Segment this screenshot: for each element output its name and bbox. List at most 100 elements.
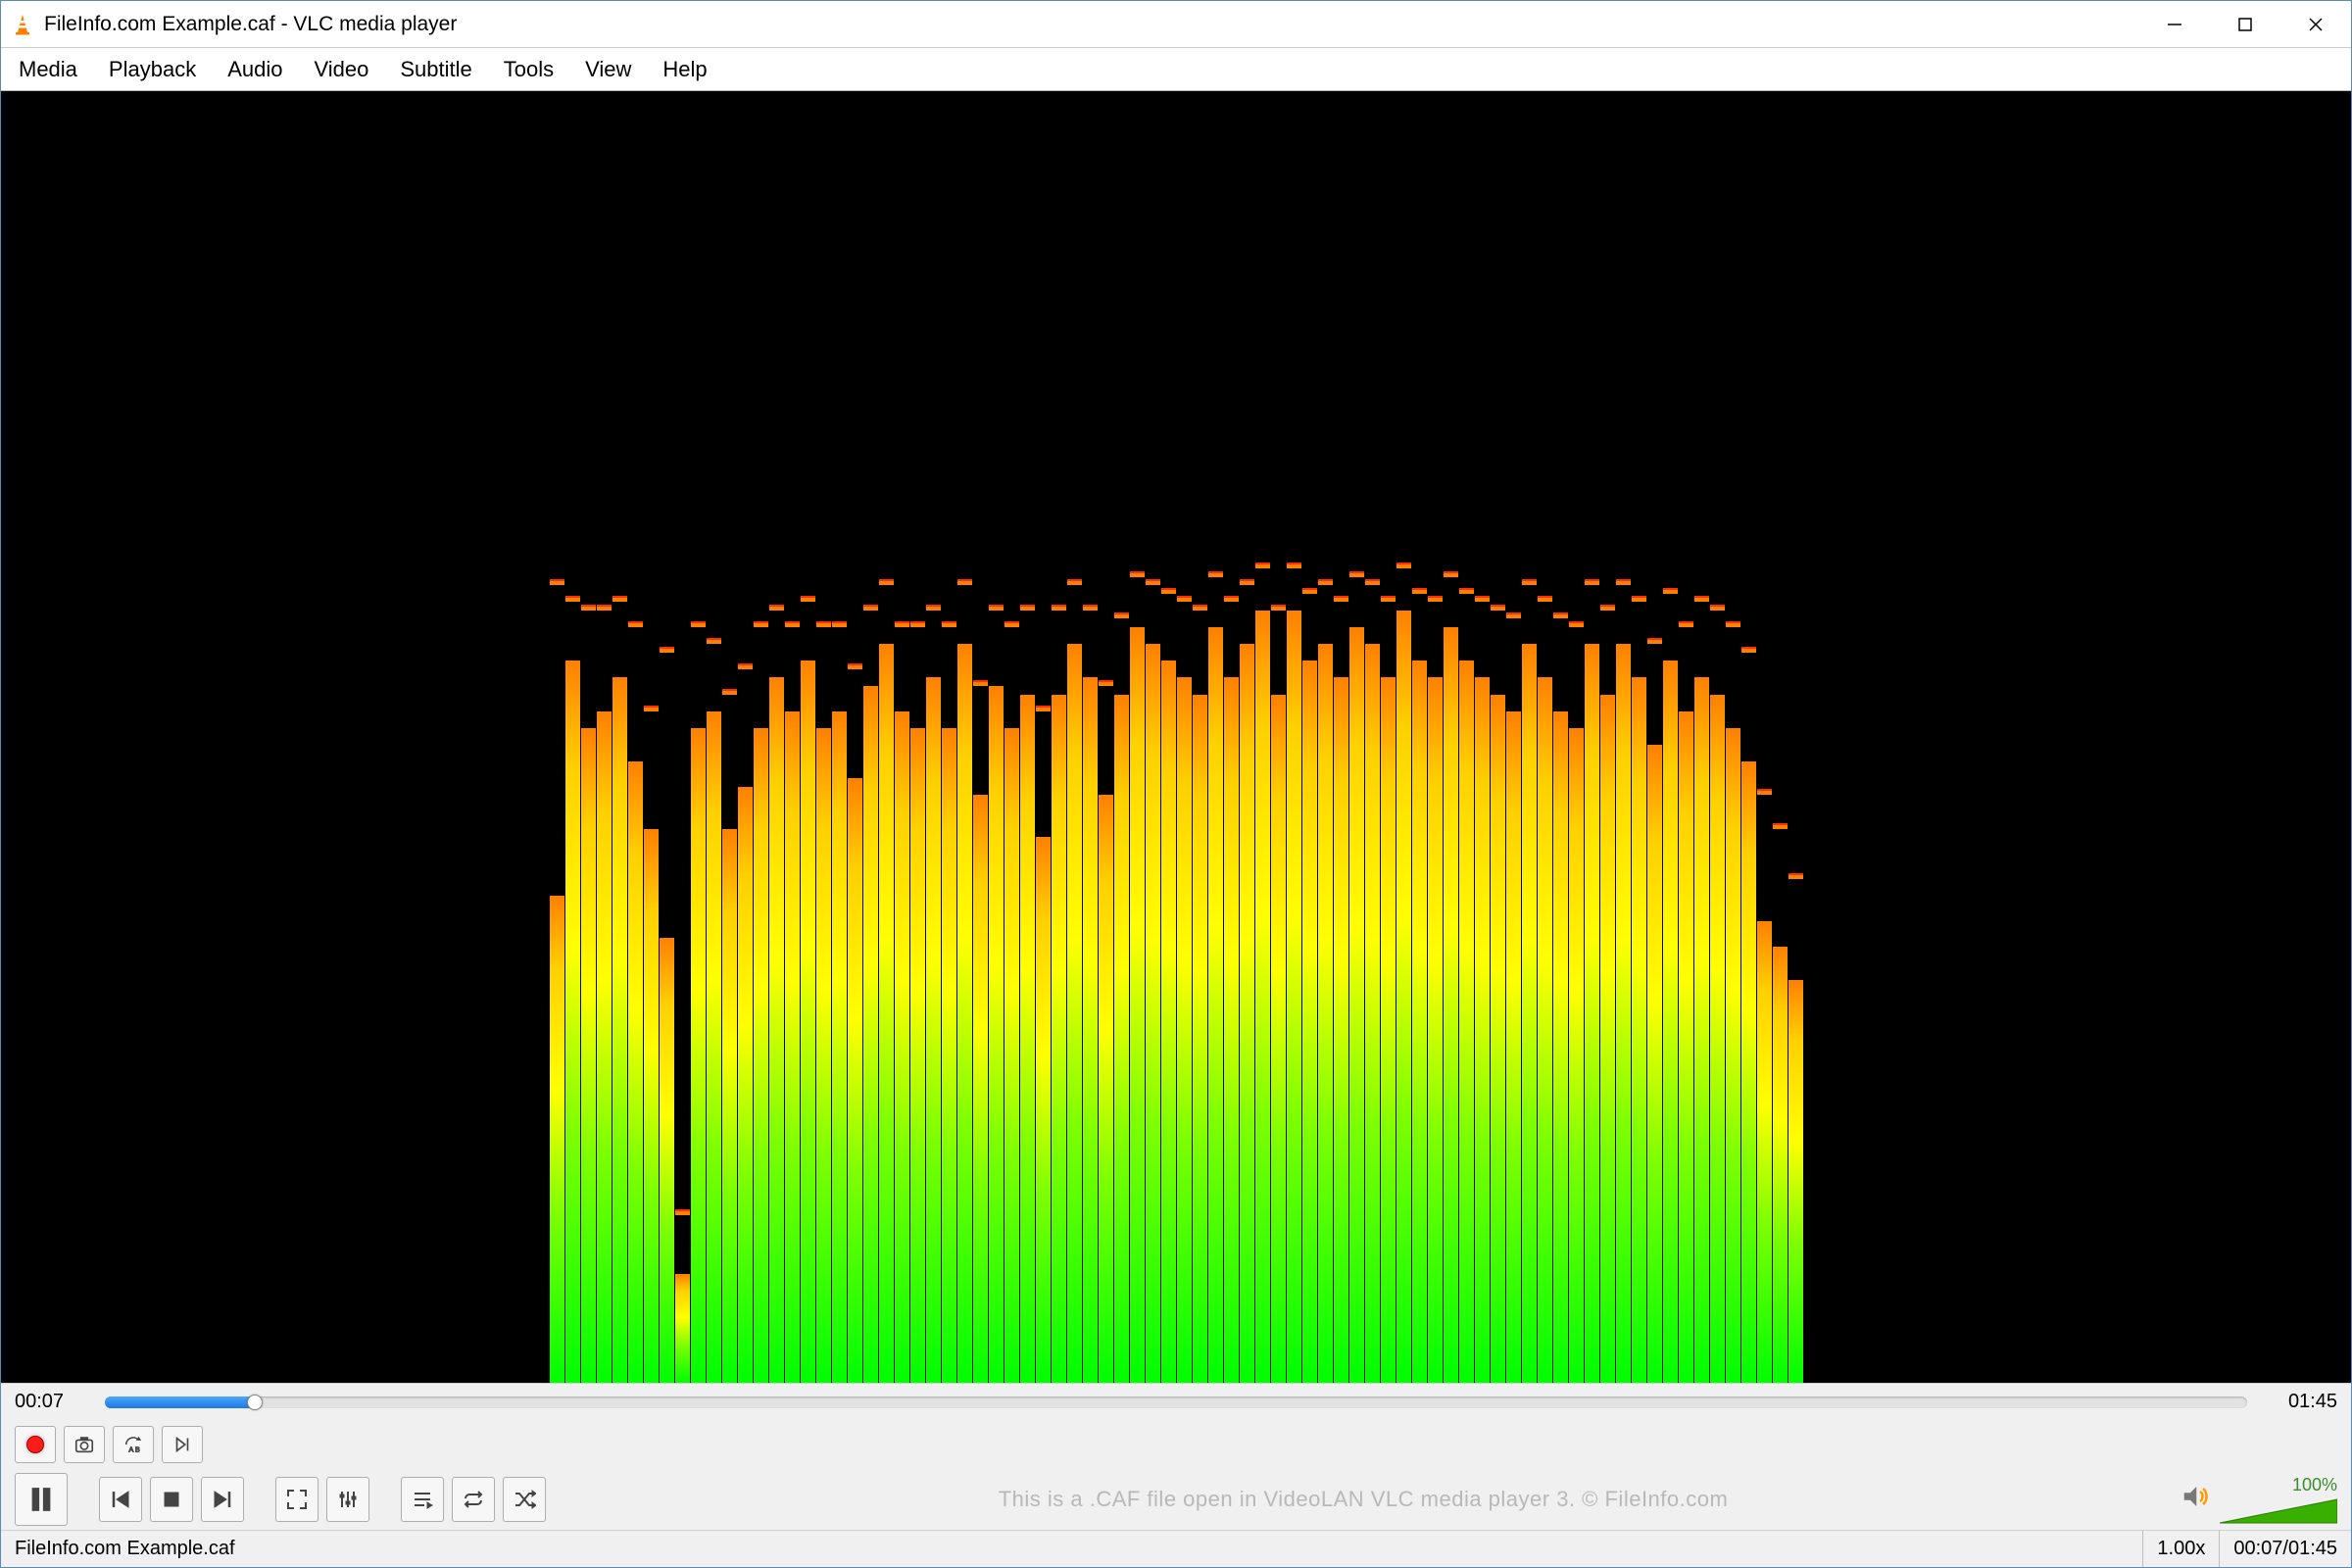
stop-icon [160, 1488, 183, 1511]
spectrum-bar [612, 91, 627, 1383]
skip-previous-icon [109, 1488, 132, 1511]
frame-step-button[interactable] [162, 1426, 203, 1463]
spectrum-bar [1302, 91, 1317, 1383]
playlist-icon [411, 1488, 434, 1511]
play-pause-button[interactable] [15, 1473, 68, 1526]
seek-knob[interactable] [247, 1395, 263, 1410]
spectrum-bar [1726, 91, 1740, 1383]
spectrum-bar [879, 91, 894, 1383]
window-title: FileInfo.com Example.caf - VLC media pla… [44, 13, 2139, 36]
menu-video[interactable]: Video [314, 57, 368, 82]
shuffle-button[interactable] [503, 1477, 546, 1522]
record-dot-icon [26, 1436, 44, 1453]
spectrum-bar [1334, 91, 1348, 1383]
menu-subtitle[interactable]: Subtitle [400, 57, 471, 82]
loop-icon [462, 1488, 485, 1511]
spectrum-bar [1428, 91, 1443, 1383]
video-viewport[interactable] [1, 91, 2351, 1383]
spectrum-bar [957, 91, 972, 1383]
maximize-button[interactable] [2210, 1, 2280, 47]
next-button[interactable] [201, 1477, 244, 1522]
fullscreen-button[interactable] [275, 1477, 318, 1522]
spectrum-bar [1710, 91, 1725, 1383]
secondary-controls: A B [1, 1420, 2351, 1469]
spectrum-bar [1224, 91, 1239, 1383]
watermark-text: This is a .CAF file open in VideoLAN VLC… [556, 1487, 2171, 1512]
spectrum-bar [1052, 91, 1066, 1383]
spectrum-bar [754, 91, 768, 1383]
menu-view[interactable]: View [585, 57, 631, 82]
snapshot-button[interactable] [64, 1426, 105, 1463]
spectrum-bar [1600, 91, 1615, 1383]
status-speed[interactable]: 1.00x [2142, 1531, 2219, 1567]
spectrum-bar [769, 91, 784, 1383]
menu-media[interactable]: Media [19, 57, 77, 82]
menu-tools[interactable]: Tools [504, 57, 554, 82]
spectrum-bar [1036, 91, 1051, 1383]
spectrum-bar [691, 91, 706, 1383]
spectrum-bar [989, 91, 1004, 1383]
stop-button[interactable] [150, 1477, 193, 1522]
menu-audio[interactable]: Audio [227, 57, 282, 82]
record-button[interactable] [15, 1426, 56, 1463]
spectrum-bar [581, 91, 596, 1383]
volume-slider[interactable] [2220, 1497, 2337, 1525]
transport-group [99, 1477, 244, 1522]
spectrum-bar [1318, 91, 1333, 1383]
menu-help[interactable]: Help [662, 57, 707, 82]
spectrum-bar [1553, 91, 1568, 1383]
status-time[interactable]: 00:07/01:45 [2219, 1531, 2351, 1567]
spectrum-bar [1647, 91, 1662, 1383]
spectrum-bar [973, 91, 988, 1383]
spectrum-bar [1255, 91, 1270, 1383]
shuffle-icon [513, 1488, 536, 1511]
spectrum-bar [1585, 91, 1599, 1383]
spectrum-bar [628, 91, 643, 1383]
spectrum-bar [1067, 91, 1082, 1383]
spectrum-bar [550, 91, 564, 1383]
playlist-button[interactable] [401, 1477, 444, 1522]
skip-next-icon [211, 1488, 234, 1511]
minimize-button[interactable] [2139, 1, 2210, 47]
spectrum-bar [1412, 91, 1427, 1383]
spectrum-bar [1694, 91, 1709, 1383]
elapsed-time[interactable]: 00:07 [15, 1391, 91, 1413]
spectrum-bar [832, 91, 847, 1383]
spectrum-bar [1444, 91, 1458, 1383]
spectrum-bar [1663, 91, 1678, 1383]
loop-button[interactable] [452, 1477, 495, 1522]
volume-percent: 100% [2292, 1475, 2337, 1495]
volume-control: 100% [2180, 1475, 2337, 1525]
step-icon [172, 1434, 193, 1455]
previous-button[interactable] [99, 1477, 142, 1522]
view-group [275, 1477, 369, 1522]
close-button[interactable] [2280, 1, 2351, 47]
spectrum-bar [848, 91, 862, 1383]
camera-icon [74, 1434, 95, 1455]
spectrum-bar [644, 91, 659, 1383]
speaker-icon[interactable] [2180, 1482, 2210, 1517]
seek-slider[interactable] [105, 1396, 2247, 1408]
status-bar: FileInfo.com Example.caf 1.00x 00:07/01:… [1, 1530, 2351, 1567]
spectrum-bar [1788, 91, 1803, 1383]
total-time[interactable]: 01:45 [2261, 1391, 2337, 1413]
spectrum-bar [1083, 91, 1098, 1383]
menu-playback[interactable]: Playback [109, 57, 196, 82]
loop-ab-button[interactable]: A B [113, 1426, 154, 1463]
spectrum-bar [738, 91, 753, 1383]
spectrum-bar [1099, 91, 1113, 1383]
spectrum-bar [1632, 91, 1646, 1383]
spectrum-bar [1130, 91, 1145, 1383]
spectrum-bar [1365, 91, 1380, 1383]
spectrum-bar [1146, 91, 1160, 1383]
spectrum-bar [910, 91, 925, 1383]
spectrum-bar [1240, 91, 1254, 1383]
title-bar: FileInfo.com Example.caf - VLC media pla… [1, 1, 2351, 48]
spectrum-bar [1177, 91, 1192, 1383]
spectrum-bar [1161, 91, 1176, 1383]
seek-bar-row: 00:07 01:45 [1, 1383, 2351, 1420]
extended-settings-button[interactable] [326, 1477, 369, 1522]
spectrum-bar [926, 91, 941, 1383]
spectrum-bar [1114, 91, 1129, 1383]
status-filename: FileInfo.com Example.caf [15, 1538, 2142, 1560]
